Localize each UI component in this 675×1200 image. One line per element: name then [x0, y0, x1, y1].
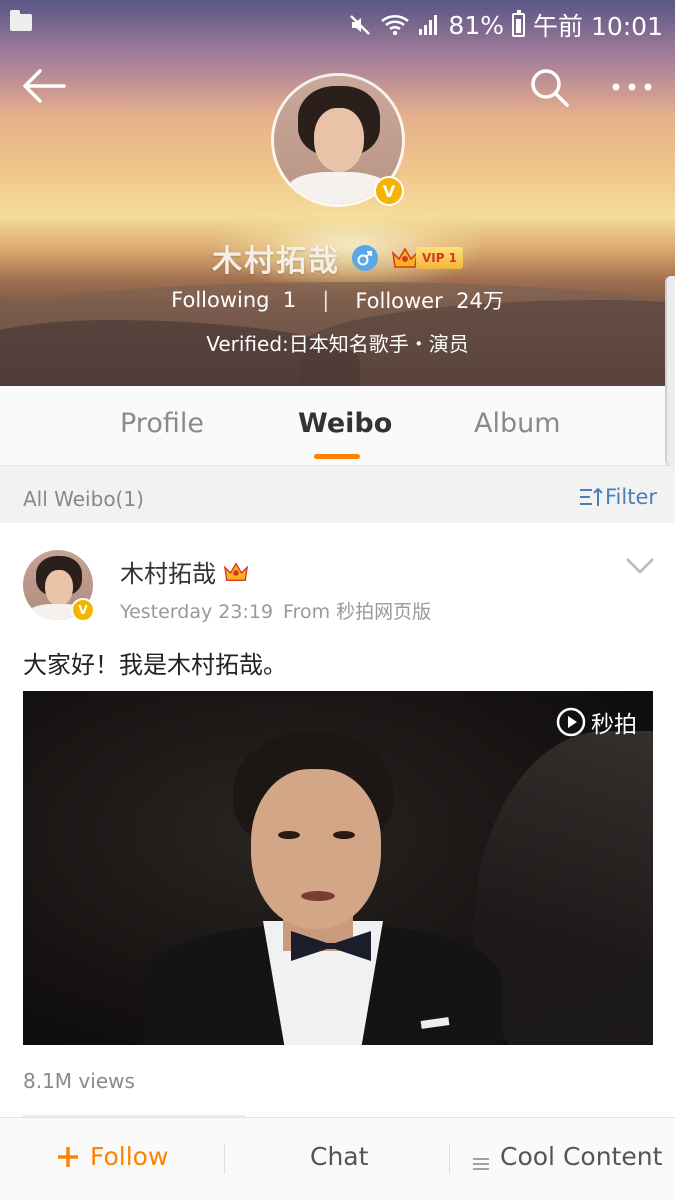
post-time: Yesterday 23:19 — [120, 601, 274, 623]
follower-stat[interactable]: Follower 24万 — [355, 285, 504, 315]
verified-description: Verified:日本知名歌手・演员 — [206, 332, 469, 356]
post-source: From 秒拍网页版 — [283, 601, 432, 623]
filter-icon — [579, 486, 603, 508]
filter-button[interactable]: Filter — [579, 485, 657, 509]
crown-icon — [222, 560, 250, 584]
cool-content-button[interactable]: Cool Content — [472, 1142, 662, 1171]
scroll-handle[interactable] — [665, 276, 675, 466]
active-tab-indicator — [314, 454, 360, 459]
profile-name-row: 木村拓哉 VIP 1 — [0, 236, 675, 280]
follow-stats: Following 1 | Follower 24万 — [0, 285, 675, 315]
profile-header: 81% 午前 10:01 V 木村拓哉 VIP 1 Following 1 | … — [0, 0, 675, 386]
tab-album[interactable]: Album — [474, 408, 561, 439]
bottom-action-bar: Follow Chat Cool Content — [0, 1117, 675, 1200]
video-player[interactable]: 秒拍 — [23, 691, 653, 1045]
verified-badge: V — [71, 598, 95, 622]
tab-profile[interactable]: Profile — [120, 408, 204, 439]
folder-icon — [10, 10, 32, 31]
filter-label: Filter — [604, 485, 657, 509]
plus-icon — [56, 1145, 80, 1169]
post-author-row: 木村拓哉 — [120, 554, 250, 589]
chat-button[interactable]: Chat — [310, 1142, 368, 1171]
vip-badge[interactable]: VIP 1 — [390, 245, 464, 271]
all-weibo-count: All Weibo(1) — [23, 487, 144, 511]
male-gender-icon — [351, 245, 378, 271]
wifi-icon — [380, 13, 410, 37]
clock: 午前 10:01 — [533, 12, 663, 41]
post-text: 大家好！我是木村拓哉。 — [23, 651, 287, 679]
video-watermark: 秒拍 — [555, 705, 637, 739]
post-author-name[interactable]: 木村拓哉 — [120, 554, 216, 589]
profile-avatar[interactable]: V — [271, 73, 405, 207]
profile-name: 木村拓哉 — [211, 244, 340, 279]
chevron-down-icon[interactable] — [625, 557, 655, 575]
filter-bar: All Weibo(1) Filter — [0, 467, 675, 523]
vip-level: VIP 1 — [415, 247, 464, 269]
post-meta: Yesterday 23:19 From 秒拍网页版 — [120, 597, 431, 624]
weibo-post: V 木村拓哉 Yesterday 23:19 From 秒拍网页版 大家好！我是木… — [0, 523, 675, 1123]
menu-list-icon — [472, 1149, 490, 1170]
stats-divider: | — [322, 288, 330, 312]
cool-content-label: Cool Content — [500, 1142, 663, 1171]
follow-label: Follow — [90, 1142, 169, 1171]
signal-icon — [418, 13, 440, 37]
profile-tabs: Profile Weibo Album — [0, 386, 675, 466]
battery-percent: 81% — [448, 10, 504, 40]
follow-button[interactable]: Follow — [56, 1142, 168, 1171]
play-circle-icon — [555, 706, 587, 738]
status-bar: 81% 午前 10:01 — [0, 0, 675, 46]
chat-label: Chat — [310, 1142, 369, 1171]
battery-icon — [512, 10, 525, 37]
more-options-icon[interactable] — [610, 72, 654, 102]
mute-icon — [348, 13, 372, 37]
back-arrow-icon[interactable] — [20, 66, 66, 106]
video-logo-text: 秒拍 — [591, 712, 637, 738]
view-count: 8.1M views — [23, 1069, 135, 1093]
verified-badge: V — [374, 176, 404, 206]
search-icon[interactable] — [528, 66, 570, 108]
tab-weibo[interactable]: Weibo — [298, 408, 392, 439]
following-stat[interactable]: Following 1 — [171, 288, 296, 312]
